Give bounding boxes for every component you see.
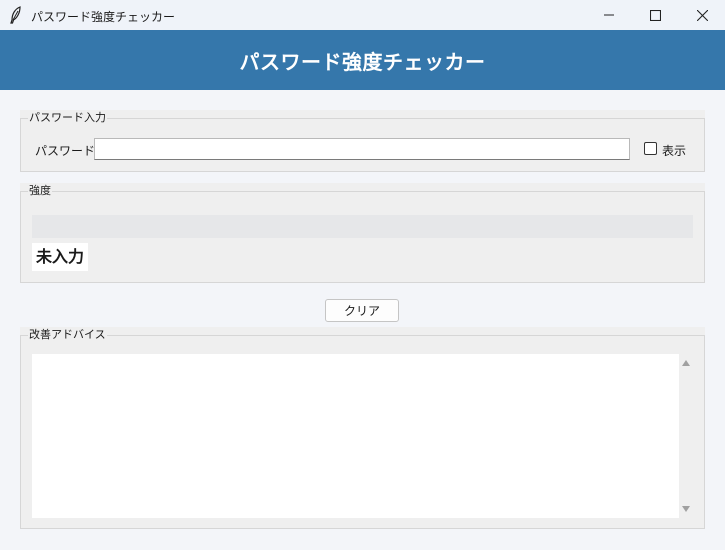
password-field-label: パスワード:	[35, 144, 100, 158]
title-bar: パスワード強度チェッカー	[0, 0, 725, 30]
strength-progress-bar	[32, 215, 693, 238]
strength-group-label: 強度	[28, 184, 52, 198]
show-password-checkbox[interactable]	[644, 142, 657, 155]
strength-status: 未入力	[32, 243, 89, 271]
app-window: パスワード強度チェッカー パスワード強度チェッカー パスワード入力 パスワード:…	[0, 0, 725, 550]
advice-group-label: 改善アドバイス	[28, 328, 107, 342]
feather-icon	[9, 6, 23, 24]
clear-button[interactable]: クリア	[325, 299, 399, 322]
password-input-group: パスワード入力 パスワード: 表示	[20, 110, 705, 172]
window-title: パスワード強度チェッカー	[31, 10, 176, 24]
password-group-label: パスワード入力	[28, 111, 107, 125]
close-button[interactable]	[679, 0, 725, 30]
scroll-down-arrow-icon[interactable]	[680, 502, 692, 516]
show-password-label[interactable]: 表示	[662, 142, 686, 159]
minimize-button[interactable]	[586, 0, 632, 30]
advice-group: 改善アドバイス	[20, 327, 705, 529]
page-title: パスワード強度チェッカー	[239, 49, 486, 74]
scroll-up-arrow-icon[interactable]	[680, 356, 692, 370]
advice-text-area[interactable]	[32, 354, 679, 518]
strength-group: 強度 未入力	[20, 183, 705, 283]
maximize-button[interactable]	[632, 0, 678, 30]
password-input[interactable]	[94, 138, 630, 160]
header-banner: パスワード強度チェッカー	[0, 30, 725, 90]
